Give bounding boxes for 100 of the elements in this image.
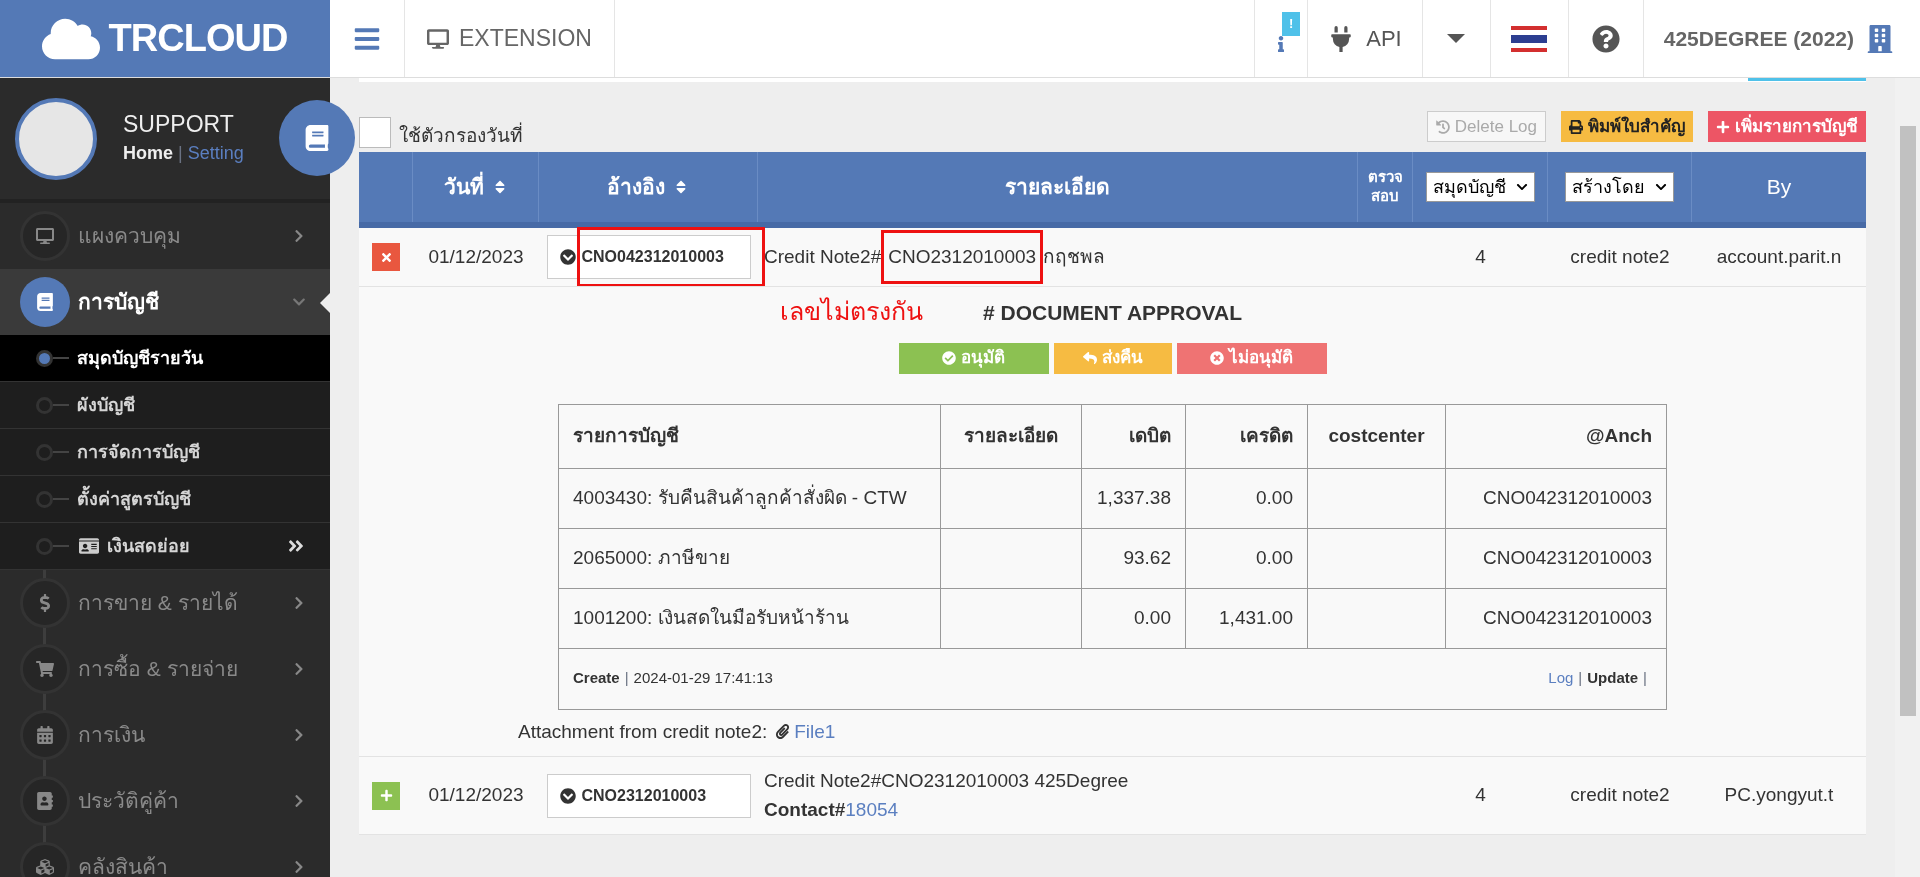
separator: |: [178, 143, 183, 164]
journal-cell-text: 1,337.38: [1096, 485, 1171, 510]
journal-column-header: รายละเอียด: [963, 423, 1059, 448]
history-icon: [1435, 119, 1450, 134]
printer-icon: [1569, 119, 1583, 134]
submenu-item-label: การจัดการบัญชี: [77, 440, 201, 465]
action-button[interactable]: เพิ่มรายการบัญชี: [1708, 111, 1866, 142]
chevron-down-icon: [1515, 181, 1528, 193]
journal-cell-text: CNO042312010003: [1481, 605, 1652, 630]
nav-item-label: ประวัติคู่ค้า: [78, 788, 180, 816]
creator-cell-text: credit note2: [1570, 783, 1670, 808]
journal-cell-text: 1001200: เงินสดในมือรับหน้าร้าน: [573, 605, 850, 630]
tree-node-icon: [36, 537, 53, 555]
collapse-button[interactable]: [372, 243, 400, 271]
journal-column-header: เครดิต: [1239, 423, 1293, 448]
monitor-icon: [427, 27, 449, 50]
column-filter-select[interactable]: สร้างโดย: [1565, 172, 1674, 202]
contact-link[interactable]: 18054: [845, 795, 899, 824]
submenu-item-label: ตั้งค่าสูตรบัญชี: [77, 485, 330, 513]
nav-item-label: การขาย & รายได้: [78, 590, 239, 617]
nav-item[interactable]: แผงควบคุม: [0, 203, 330, 269]
plus-icon: [379, 789, 393, 802]
journal-cell-text: CNO042312010003: [1481, 485, 1652, 510]
reference-button[interactable]: CNO2312010003: [546, 773, 751, 818]
file-link[interactable]: File1: [794, 717, 836, 746]
approval-button[interactable]: ไม่อนุมัติ: [1176, 342, 1327, 374]
submenu-item[interactable]: ผังบัญชี: [0, 382, 330, 429]
tree-node-icon: [36, 396, 53, 414]
contact-book-icon: [36, 792, 54, 810]
calendar-icon: [36, 726, 54, 744]
nav-item[interactable]: ประวัติคู่ค้า: [0, 768, 330, 834]
tree-node-icon: [36, 443, 53, 461]
tree-node-icon: [36, 349, 53, 367]
footer-label: Update: [1587, 669, 1639, 687]
cart-icon: [36, 660, 54, 678]
logo[interactable]: TRCLOUD: [0, 0, 330, 77]
book-icon: [304, 125, 330, 151]
journal-column-header: @Anch: [1584, 423, 1652, 448]
nav-item[interactable]: คลังสินค้า: [0, 834, 330, 877]
column-header: รายละเอียด: [1005, 174, 1110, 201]
footer-label: Create: [573, 669, 620, 687]
column-header[interactable]: อ้างอิง: [539, 152, 758, 222]
profile-name: SUPPORT: [123, 109, 235, 139]
detail-text: Credit Note2#: [764, 244, 882, 269]
nav-item[interactable]: การบัญชี: [0, 269, 330, 335]
book-cell-text: 4: [1475, 244, 1486, 269]
plus-icon: [1716, 119, 1730, 134]
journal-cell-text: 1,431.00: [1218, 605, 1293, 630]
column-header[interactable]: วันที่: [413, 152, 539, 222]
chevron-circle-down-icon: [559, 249, 576, 265]
submenu-item[interactable]: ตั้งค่าสูตรบัญชี: [0, 476, 330, 523]
detail-text: Credit Note2#CNO2312010003 425Degree: [764, 769, 1129, 793]
reference-button[interactable]: CNO042312010003: [546, 235, 751, 279]
boxed-reference-text: CNO2312010003: [881, 229, 1044, 285]
journal-column-header: เดบิต: [1128, 423, 1171, 448]
journal-cell-text: 0.00: [1133, 605, 1171, 630]
submenu-item-label: เงินสดย่อย: [107, 534, 191, 558]
separator: |: [1643, 669, 1647, 687]
separator: |: [1578, 669, 1583, 687]
detail-text: กฤชพล: [1043, 244, 1106, 269]
date-cell-text: 01/12/2023: [428, 244, 524, 269]
profile-label: Home: [123, 143, 173, 164]
nav-item[interactable]: การซื้อ & รายจ่าย: [0, 636, 330, 702]
nav-item-label: แผงควบคุม: [78, 223, 182, 251]
action-button[interactable]: พิมพ์ใบสำคัญ: [1561, 111, 1693, 142]
submenu-item-label: สมุดบัญชีรายวัน: [77, 346, 204, 372]
footer-link[interactable]: Log: [1548, 669, 1574, 687]
by-cell-text: account.parit.n: [1716, 244, 1842, 269]
by-cell-text: PC.yongyut.t: [1724, 783, 1834, 808]
journal-column-header: รายการบัญชี: [573, 423, 680, 449]
api-button[interactable]: API: [1307, 0, 1422, 77]
column-header: ตรวจ สอบ: [1366, 168, 1404, 206]
submenu-item[interactable]: การจัดการบัญชี: [0, 429, 330, 476]
nav-item[interactable]: การเงิน: [0, 702, 330, 768]
nav-item-label: การเงิน: [78, 722, 146, 749]
company-button[interactable]: 425DEGREE (2022): [1642, 0, 1920, 77]
submenu-item-label: ผังบัญชี: [77, 393, 136, 418]
help-icon: [1591, 24, 1620, 53]
column-header: By: [1766, 174, 1792, 201]
date-filter-checkbox[interactable]: [359, 117, 391, 148]
journal-cell-text: 93.62: [1122, 545, 1171, 570]
caret-down-icon: [1447, 34, 1466, 43]
id-card-icon: [79, 536, 99, 556]
extension-button[interactable]: EXTENSION: [405, 0, 615, 77]
column-filter-select[interactable]: สมุดบัญชี: [1425, 172, 1535, 202]
creator-cell-text: credit note2: [1570, 244, 1670, 269]
double-chevron-icon: [287, 537, 305, 555]
journal-cell-text: CNO042312010003: [1481, 545, 1652, 570]
book-cell-text: 4: [1475, 783, 1486, 808]
nav-item-label: คลังสินค้า: [78, 854, 169, 877]
submenu-item[interactable]: สมุดบัญชีรายวัน: [0, 335, 330, 382]
profile-link[interactable]: Setting: [187, 143, 244, 164]
nav-item-label: การซื้อ & รายจ่าย: [78, 653, 292, 685]
journal-cell-text: 0.00: [1255, 485, 1293, 510]
thai-flag-icon[interactable]: [1511, 25, 1548, 52]
submenu-item[interactable]: เงินสดย่อย: [0, 523, 330, 570]
nav-item[interactable]: การขาย & รายได้: [0, 570, 330, 636]
journal-cell-text: 2065000: ภาษีขาย: [573, 545, 731, 570]
action-button[interactable]: Delete Log: [1426, 111, 1546, 142]
boxes-icon: [36, 858, 54, 876]
